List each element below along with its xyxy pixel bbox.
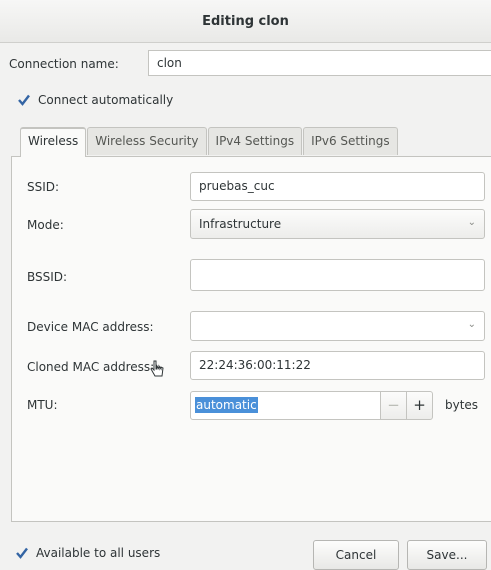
bssid-input[interactable] <box>190 259 485 291</box>
mode-value: Infrastructure <box>199 217 282 231</box>
checkmark-icon <box>18 94 30 106</box>
available-to-all-users-label: Available to all users <box>36 546 161 560</box>
cloned-mac-label: Cloned MAC address: <box>27 360 155 374</box>
window-titlebar: Editing clon <box>0 0 491 43</box>
tab-wireless-security[interactable]: Wireless Security <box>87 127 207 155</box>
mtu-unit-label: bytes <box>445 398 479 412</box>
connection-name-row: Connection name: clon <box>0 50 491 78</box>
mode-label: Mode: <box>27 218 64 232</box>
chevron-down-icon: ⌄ <box>467 319 476 330</box>
tab-wireless[interactable]: Wireless <box>20 127 87 157</box>
tab-ipv4-settings[interactable]: IPv4 Settings <box>207 127 303 155</box>
mtu-value: automatic <box>195 397 258 413</box>
mtu-label: MTU: <box>27 398 58 412</box>
mtu-input[interactable]: automatic <box>190 391 409 420</box>
window-title: Editing clon <box>202 13 289 29</box>
connect-automatically-checkbox[interactable]: Connect automatically <box>18 93 173 107</box>
available-to-all-users-checkbox[interactable]: Available to all users <box>16 546 160 560</box>
cancel-button[interactable]: Cancel <box>313 540 399 570</box>
connect-automatically-label: Connect automatically <box>38 93 174 107</box>
device-mac-dropdown[interactable]: ⌄ <box>190 311 485 341</box>
chevron-down-icon: ⌄ <box>467 217 476 228</box>
mtu-decrement-button[interactable]: − <box>380 391 407 420</box>
tab-ipv6-settings[interactable]: IPv6 Settings <box>303 127 398 155</box>
connection-name-input[interactable]: clon <box>148 50 491 76</box>
tab-bar: Wireless Wireless Security IPv4 Settings… <box>20 127 399 157</box>
save-button[interactable]: Save... <box>407 540 487 570</box>
mtu-increment-button[interactable]: + <box>406 391 433 420</box>
connection-name-label: Connection name: <box>9 57 119 71</box>
cloned-mac-input[interactable]: 22:24:36:00:11:22 <box>190 351 485 380</box>
checkmark-icon <box>16 547 28 559</box>
mode-dropdown[interactable]: Infrastructure ⌄ <box>190 209 485 239</box>
bssid-label: BSSID: <box>27 270 68 284</box>
ssid-label: SSID: <box>27 180 60 194</box>
ssid-input[interactable]: pruebas_cuc <box>190 172 485 201</box>
hand-cursor-icon <box>150 360 164 381</box>
device-mac-label: Device MAC address: <box>27 320 154 334</box>
